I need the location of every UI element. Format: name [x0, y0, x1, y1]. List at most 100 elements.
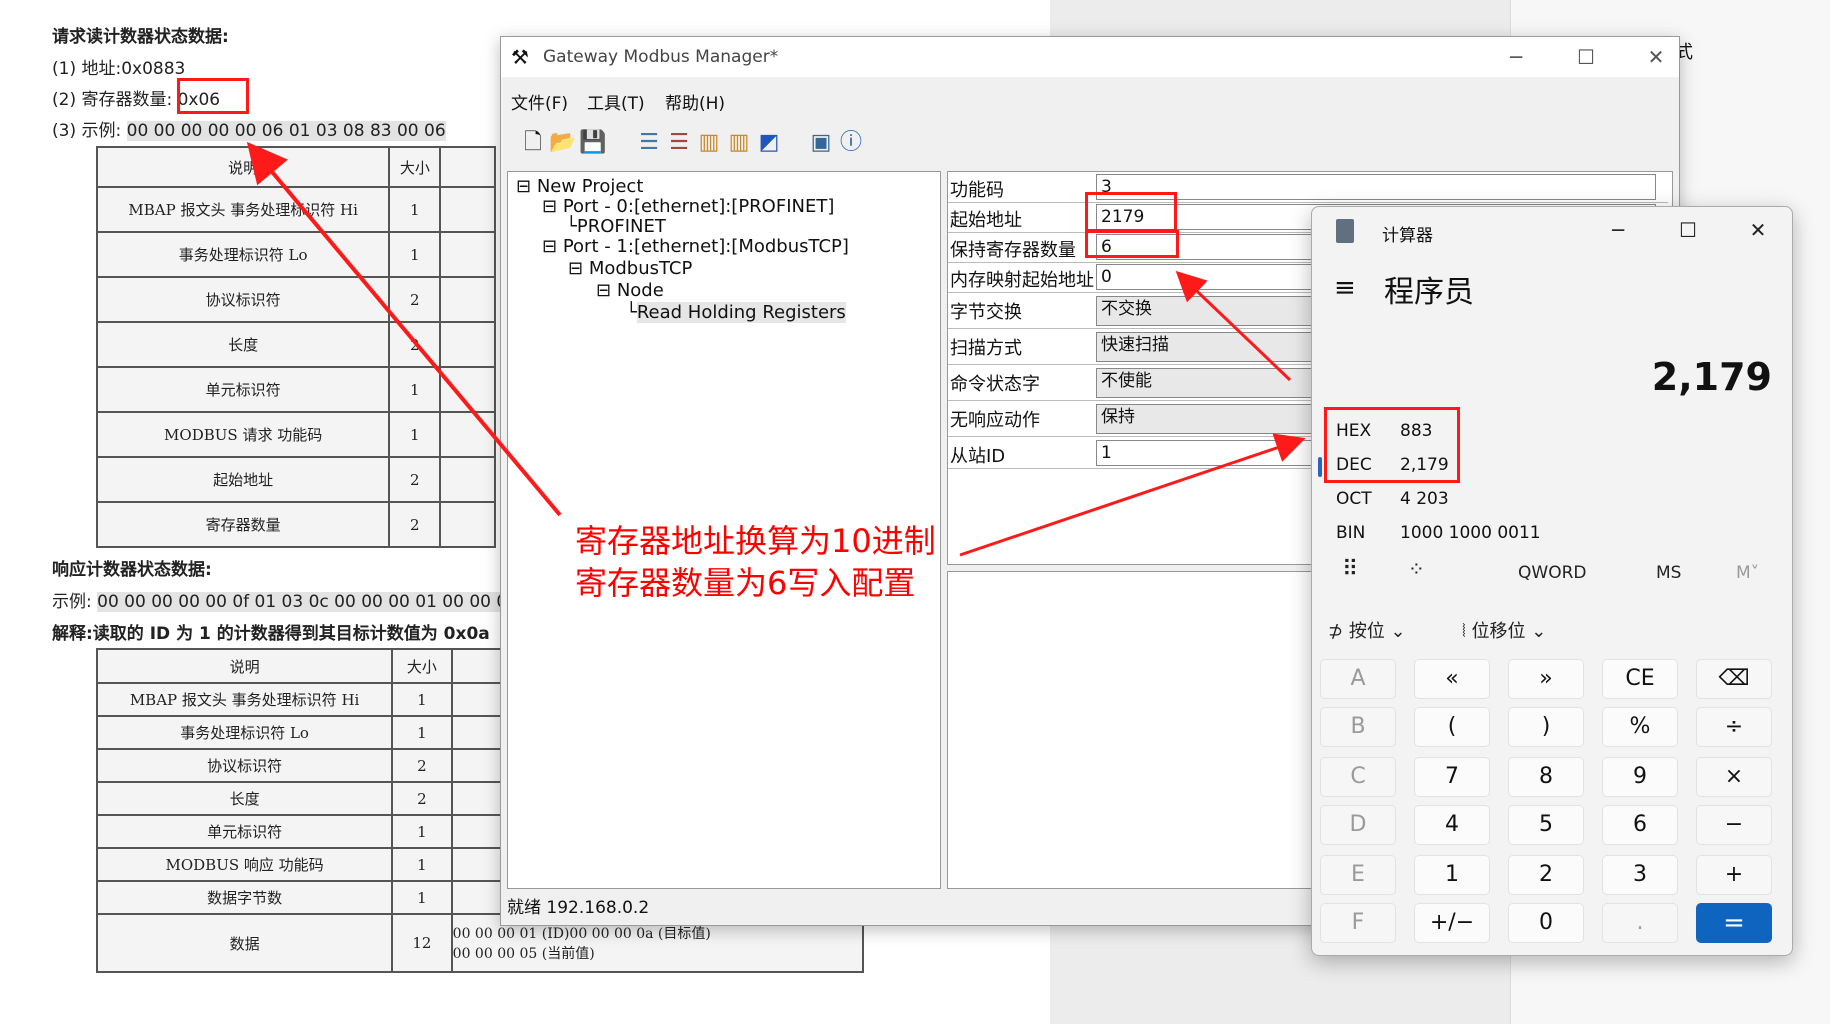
tree-item-modbustcp[interactable]: ⊟ ModbusTCP — [568, 258, 692, 279]
key-2-3[interactable]: 9 — [1602, 757, 1678, 797]
key-3-1[interactable]: 4 — [1414, 805, 1490, 845]
table-header: 大小 — [388, 146, 442, 188]
key-0-3[interactable]: CE — [1602, 659, 1678, 699]
key-1-2[interactable]: ) — [1508, 707, 1584, 747]
radix-bin[interactable]: BIN 1000 1000 0011 — [1336, 523, 1541, 543]
table-cell: 1 — [388, 231, 442, 278]
annotation-line-1: 寄存器地址换算为10进制 — [575, 522, 936, 560]
key-5-2[interactable]: 0 — [1508, 903, 1584, 943]
tree-item-project[interactable]: ⊟ New Project — [516, 176, 643, 197]
prop-label: 扫描方式 — [950, 338, 1022, 359]
close-button[interactable]: ✕ — [1641, 43, 1671, 71]
key-4-0[interactable]: E — [1320, 855, 1396, 895]
radix-value: 1000 1000 0011 — [1400, 523, 1541, 543]
table-cell — [439, 231, 496, 278]
table-cell: 2 — [391, 781, 453, 816]
count-label: (2) 寄存器数量 — [52, 90, 167, 110]
calculator-title: 计算器 — [1382, 226, 1433, 246]
word-size-button[interactable]: QWORD — [1518, 563, 1586, 583]
key-3-4[interactable]: − — [1696, 805, 1772, 845]
key-0-4[interactable]: ⌫ — [1696, 659, 1772, 699]
table-header: 大小 — [391, 648, 453, 684]
open-folder-icon[interactable]: 📂 — [549, 129, 577, 157]
new-file-icon[interactable]: 🗋 — [519, 129, 547, 157]
key-4-1[interactable]: 1 — [1414, 855, 1490, 895]
prop-label: 起始地址 — [950, 210, 1022, 231]
menu-help[interactable]: 帮助(H) — [665, 89, 725, 114]
upload-icon[interactable]: ▥ — [695, 129, 723, 157]
key-3-0[interactable]: D — [1320, 805, 1396, 845]
key-3-3[interactable]: 6 — [1602, 805, 1678, 845]
key-2-1[interactable]: 7 — [1414, 757, 1490, 797]
key-5-3[interactable]: . — [1602, 903, 1678, 943]
table-cell — [439, 321, 496, 368]
table-cell: MODBUS 响应 功能码 — [95, 847, 394, 882]
table-cell: 起始地址 — [95, 456, 391, 503]
prop-label: 内存映射起始地址 — [950, 270, 1094, 291]
tree-item-node[interactable]: ⊟ Node — [596, 280, 664, 301]
key-4-4[interactable]: + — [1696, 855, 1772, 895]
menu-tools[interactable]: 工具(T) — [587, 89, 645, 114]
tree-item-port1[interactable]: ⊟ Port - 1:[ethernet]:[ModbusTCP] — [542, 236, 849, 257]
radix-label: OCT — [1336, 489, 1372, 509]
key-0-0[interactable]: A — [1320, 659, 1396, 699]
prop-row-function-code: 功能码 3 — [948, 172, 1668, 203]
request-title: 请求读计数器状态数据: — [52, 27, 229, 47]
download-icon[interactable]: ▥ — [725, 129, 753, 157]
remove-node-icon[interactable]: ☰ — [665, 129, 693, 157]
radix-label: BIN — [1336, 523, 1366, 543]
key-1-4[interactable]: ÷ — [1696, 707, 1772, 747]
radix-value: 4 203 — [1400, 489, 1449, 509]
table-cell: 1 — [391, 880, 453, 915]
bitwise-label: 按位 — [1348, 621, 1385, 642]
table-cell: 1 — [388, 366, 442, 413]
calc-minimize-button[interactable]: ─ — [1598, 213, 1638, 247]
status-bar: 就绪 192.168.0.2 — [507, 898, 650, 918]
info-icon[interactable]: ⓘ — [837, 129, 865, 157]
tree-item-port0[interactable]: ⊟ Port - 0:[ethernet]:[PROFINET] — [542, 196, 834, 217]
key-3-2[interactable]: 5 — [1508, 805, 1584, 845]
key-0-2[interactable]: » — [1508, 659, 1584, 699]
key-5-4[interactable]: = — [1696, 903, 1772, 943]
key-4-3[interactable]: 3 — [1602, 855, 1678, 895]
table-cell: MBAP 报文头 事务处理标识符 Hi — [95, 682, 394, 717]
full-keypad-icon[interactable]: ⠿ — [1342, 557, 1358, 582]
calc-close-button[interactable]: ✕ — [1738, 213, 1778, 247]
config-icon[interactable]: ◩ — [755, 129, 783, 157]
tree-item-read-holding-registers[interactable]: └Read Holding Registers — [626, 302, 846, 323]
table-cell: 长度 — [95, 321, 391, 368]
menu-icon[interactable]: ≡ — [1334, 273, 1356, 303]
table-header: 说明 — [95, 648, 394, 684]
key-1-1[interactable]: ( — [1414, 707, 1490, 747]
monitor-icon[interactable]: ▣ — [807, 129, 835, 157]
table-cell: 2 — [391, 748, 453, 783]
key-1-0[interactable]: B — [1320, 707, 1396, 747]
calc-maximize-button[interactable]: ☐ — [1668, 213, 1708, 247]
count-highlight-box — [177, 78, 249, 114]
key-5-1[interactable]: +/− — [1414, 903, 1490, 943]
bit-toggle-icon[interactable]: ⁘ — [1408, 557, 1425, 581]
key-1-3[interactable]: % — [1602, 707, 1678, 747]
menu-file[interactable]: 文件(F) — [511, 89, 568, 114]
bitshift-dropdown[interactable]: ⦚ 位移位 ⌄ — [1462, 617, 1546, 643]
key-5-0[interactable]: F — [1320, 903, 1396, 943]
add-node-icon[interactable]: ☰ — [635, 129, 663, 157]
request-item-example: (3) 示例: 00 00 00 00 00 06 01 03 08 83 00… — [52, 116, 446, 141]
table-cell: 寄存器数量 — [95, 501, 391, 548]
tree-item-label: Read Holding Registers — [636, 302, 846, 323]
key-0-1[interactable]: « — [1414, 659, 1490, 699]
tree-item-profinet[interactable]: └PROFINET — [566, 216, 666, 237]
save-icon[interactable]: 💾 — [579, 129, 607, 157]
memory-list-button[interactable]: M˅ — [1736, 563, 1759, 583]
prop-value[interactable]: 3 — [1096, 174, 1656, 200]
radix-oct[interactable]: OCT 4 203 — [1336, 489, 1449, 509]
minimize-button[interactable]: ─ — [1501, 43, 1531, 71]
table-cell: 2 — [388, 456, 442, 503]
key-2-2[interactable]: 8 — [1508, 757, 1584, 797]
key-4-2[interactable]: 2 — [1508, 855, 1584, 895]
key-2-0[interactable]: C — [1320, 757, 1396, 797]
bitwise-dropdown[interactable]: ⊅ 按位 ⌄ — [1328, 617, 1406, 643]
memory-store-button[interactable]: MS — [1656, 563, 1681, 583]
maximize-button[interactable]: ☐ — [1571, 43, 1601, 71]
key-2-4[interactable]: × — [1696, 757, 1772, 797]
